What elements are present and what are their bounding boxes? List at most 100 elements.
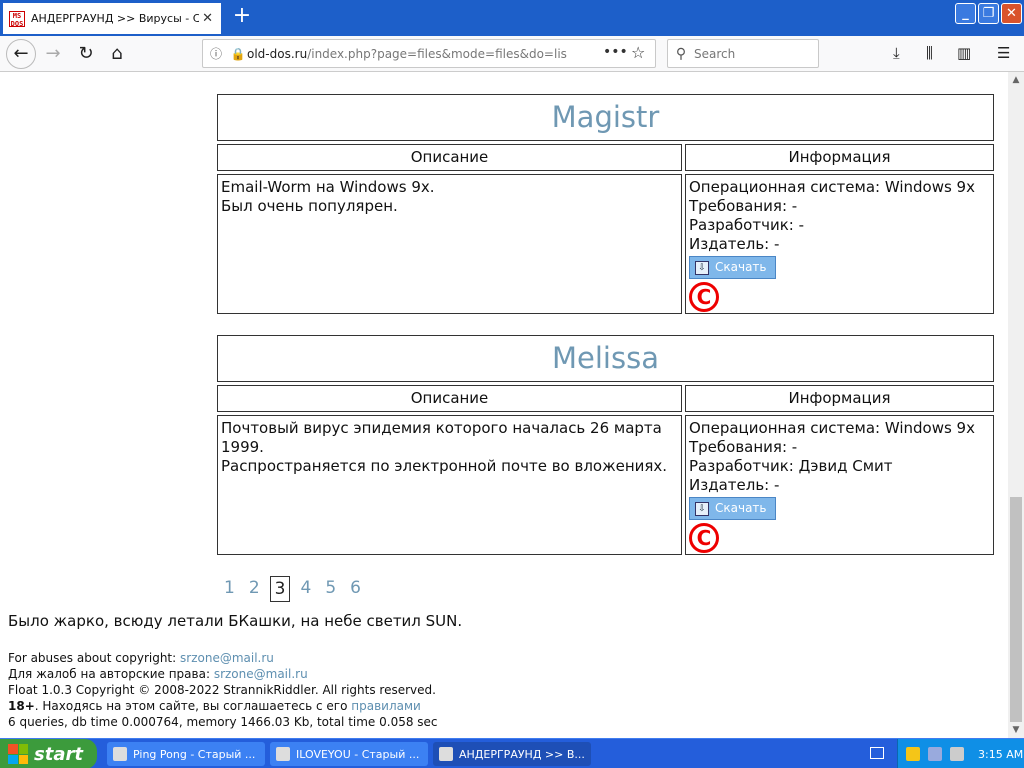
page-link-4[interactable]: 4 bbox=[296, 576, 315, 602]
copyright-text: Float 1.0.3 Copyright © 2008-2022 Strann… bbox=[8, 683, 436, 697]
search-placeholder: Search bbox=[694, 46, 736, 61]
info-developer: Разработчик: Дэвид Смит bbox=[689, 457, 893, 475]
sidebar-icon[interactable]: ▥ bbox=[957, 44, 971, 62]
page-actions-icon[interactable]: ••• bbox=[603, 44, 628, 60]
nav-bar: ← → ↻ ⌂ ⓘ 🔒 old-dos.ru/index.php?page=fi… bbox=[0, 36, 1024, 72]
close-window-button[interactable]: ✕ bbox=[1001, 3, 1022, 24]
start-button[interactable]: start bbox=[0, 739, 97, 768]
download-label: Скачать bbox=[715, 501, 767, 515]
library-icon[interactable]: ⫼ bbox=[926, 44, 933, 62]
scroll-down-icon[interactable]: ▼ bbox=[1008, 722, 1024, 738]
abuse-email-link[interactable]: srzone@mail.ru bbox=[180, 651, 274, 665]
copyright-icon[interactable]: C bbox=[689, 282, 719, 312]
rules-link[interactable]: правилами bbox=[351, 699, 421, 713]
task-label: ILOVEYOU - Старый ... bbox=[296, 747, 420, 761]
stats-text: 6 queries, db time 0.000764, memory 1466… bbox=[8, 715, 438, 729]
description-cell: Email-Worm на Windows 9x. Был очень попу… bbox=[217, 174, 682, 314]
download-icon: ⇩ bbox=[695, 501, 709, 516]
copyright-icon[interactable]: C bbox=[689, 523, 719, 553]
page-content: Magistr Описание Информация Email-Worm н… bbox=[0, 72, 1008, 738]
scroll-thumb[interactable] bbox=[1010, 497, 1022, 722]
home-button[interactable]: ⌂ bbox=[102, 39, 132, 69]
complaints-email-link[interactable]: srzone@mail.ru bbox=[214, 667, 308, 681]
app-icon bbox=[113, 747, 127, 761]
reload-button[interactable]: ↻ bbox=[71, 39, 101, 69]
keyboard-icon[interactable] bbox=[870, 747, 884, 759]
scroll-up-icon[interactable]: ▲ bbox=[1008, 72, 1024, 88]
page-link-2[interactable]: 2 bbox=[245, 576, 264, 602]
description-header: Описание bbox=[217, 144, 682, 171]
url-path: /index.php?page=files&mode=files&do=list… bbox=[307, 46, 567, 61]
footer-tagline: Было жарко, всюду летали БКашки, на небе… bbox=[8, 612, 463, 630]
download-button[interactable]: ⇩ Скачать bbox=[689, 256, 776, 279]
app-icon bbox=[276, 747, 290, 761]
page-current: 3 bbox=[269, 576, 291, 602]
search-icon: ⚲ bbox=[675, 45, 687, 62]
abuse-label: For abuses about copyright: bbox=[8, 651, 177, 665]
url-text[interactable]: old-dos.ru/index.php?page=files&mode=fil… bbox=[247, 47, 567, 61]
age-badge: 18+ bbox=[8, 699, 35, 713]
taskbar-item-ping-pong[interactable]: Ping Pong - Старый ... bbox=[107, 742, 265, 766]
description-line: Email-Worm на Windows 9x. bbox=[221, 178, 435, 196]
app-icon bbox=[439, 747, 453, 761]
clock: 3:15 AM bbox=[978, 747, 1024, 761]
close-tab-icon[interactable]: ✕ bbox=[202, 11, 213, 26]
info-cell: Операционная система: Windows 9x Требова… bbox=[685, 415, 994, 555]
tab-title: АНДЕРГРАУНД >> Вирусы - Стр bbox=[31, 12, 199, 25]
info-publisher: Издатель: - bbox=[689, 476, 780, 494]
start-label: start bbox=[34, 743, 83, 765]
page-link-6[interactable]: 6 bbox=[346, 576, 365, 602]
page-link-1[interactable]: 1 bbox=[220, 576, 239, 602]
info-icon[interactable]: ⓘ bbox=[203, 45, 229, 62]
task-label: АНДЕРГРАУНД >> В... bbox=[459, 747, 585, 761]
info-developer: Разработчик: - bbox=[689, 216, 804, 234]
info-os: Операционная система: Windows 9x bbox=[689, 178, 975, 196]
bookmark-star-icon[interactable]: ☆ bbox=[631, 43, 645, 62]
volume-icon[interactable] bbox=[950, 747, 964, 761]
description-header: Описание bbox=[217, 385, 682, 412]
info-os: Операционная система: Windows 9x bbox=[689, 419, 975, 437]
info-requirements: Требования: - bbox=[689, 438, 798, 456]
back-button[interactable]: ← bbox=[6, 39, 36, 69]
age-text: . Находясь на этом сайте, вы соглашаетес… bbox=[34, 699, 348, 713]
entry-title[interactable]: Melissa bbox=[217, 335, 994, 382]
info-header: Информация bbox=[685, 385, 994, 412]
vertical-scrollbar[interactable]: ▲ ▼ bbox=[1008, 72, 1024, 738]
windows-logo-icon bbox=[8, 744, 28, 764]
download-button[interactable]: ⇩ Скачать bbox=[689, 497, 776, 520]
task-label: Ping Pong - Старый ... bbox=[133, 747, 256, 761]
taskbar-item-iloveyou[interactable]: ILOVEYOU - Старый ... bbox=[270, 742, 428, 766]
downloads-icon[interactable]: ⤓ bbox=[893, 44, 900, 62]
forward-button[interactable]: → bbox=[38, 39, 68, 69]
minimize-button[interactable]: _ bbox=[955, 3, 976, 24]
insecure-lock-icon[interactable]: 🔒 bbox=[229, 47, 247, 61]
security-shield-icon[interactable] bbox=[906, 747, 920, 761]
site-favicon-icon: MS DOS bbox=[9, 10, 25, 28]
menu-icon[interactable]: ☰ bbox=[997, 44, 1010, 62]
taskbar-item-underground[interactable]: АНДЕРГРАУНД >> В... bbox=[433, 742, 591, 766]
info-requirements: Требования: - bbox=[689, 197, 798, 215]
entry-title[interactable]: Magistr bbox=[217, 94, 994, 141]
info-cell: Операционная система: Windows 9x Требова… bbox=[685, 174, 994, 314]
browser-tab[interactable]: MS DOS АНДЕРГРАУНД >> Вирусы - Стр ✕ bbox=[3, 3, 221, 34]
system-tray: 3:15 AM bbox=[897, 739, 1024, 768]
url-host: old-dos.ru bbox=[247, 46, 308, 61]
pagination: 1 2 3 4 5 6 bbox=[220, 576, 371, 602]
description-cell: Почтовый вирус эпидемия которого началас… bbox=[217, 415, 682, 555]
download-label: Скачать bbox=[715, 260, 767, 274]
download-icon: ⇩ bbox=[695, 260, 709, 275]
info-header: Информация bbox=[685, 144, 994, 171]
info-publisher: Издатель: - bbox=[689, 235, 780, 253]
description-line: Почтовый вирус эпидемия которого началас… bbox=[221, 419, 662, 456]
maximize-button[interactable]: ❐ bbox=[978, 3, 999, 24]
search-input[interactable]: ⚲ Search bbox=[667, 39, 819, 68]
taskbar: start Ping Pong - Старый ... ILOVEYOU - … bbox=[0, 738, 1024, 768]
page-link-5[interactable]: 5 bbox=[321, 576, 340, 602]
footer-credits: For abuses about copyright: srzone@mail.… bbox=[8, 650, 438, 730]
new-tab-button[interactable]: + bbox=[229, 4, 255, 30]
network-icon[interactable] bbox=[928, 747, 942, 761]
tab-bar: MS DOS АНДЕРГРАУНД >> Вирусы - Стр ✕ + _ … bbox=[0, 0, 1024, 36]
file-entry-magistr: Magistr Описание Информация Email-Worm н… bbox=[217, 94, 994, 314]
description-line: Распространяется по электронной почте во… bbox=[221, 457, 668, 475]
address-bar[interactable]: ⓘ 🔒 old-dos.ru/index.php?page=files&mode… bbox=[202, 39, 656, 68]
